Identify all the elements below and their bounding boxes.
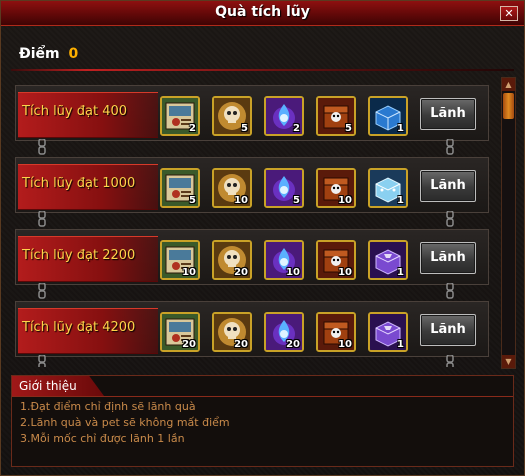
item-qty: 10 [338, 195, 352, 206]
points-label: Điểm [19, 46, 60, 62]
claim-button[interactable]: Lãnh [420, 98, 476, 130]
row-threshold-label: Tích lũy đạt 4200 [22, 320, 136, 335]
scroll-card-icon[interactable]: 20 [160, 312, 200, 352]
intro-panel: Giới thiệu 1.Đạt điểm chỉ định sẽ lãnh q… [11, 375, 514, 467]
item-qty: 10 [338, 267, 352, 278]
divider [11, 69, 514, 71]
purple-box-icon[interactable]: 1 [368, 312, 408, 352]
blue-crystal-box-icon[interactable]: 1 [368, 96, 408, 136]
intro-title: Giới thiệu [19, 379, 77, 393]
reward-window: Quà tích lũy ✕ Điểm 0 Tích lũy đạt 400 2… [0, 0, 525, 476]
cyan-box-icon[interactable]: 1 [368, 168, 408, 208]
chain-icon [38, 355, 46, 367]
chain-icon [446, 355, 454, 367]
scroll-down-arrow-icon[interactable]: ▼ [502, 355, 515, 368]
skull-chest-icon[interactable]: 10 [316, 168, 356, 208]
points-display: Điểm 0 [19, 46, 78, 62]
title-bar[interactable]: Quà tích lũy ✕ [1, 1, 524, 26]
points-value: 0 [68, 46, 79, 62]
item-qty: 2 [293, 123, 300, 134]
skull-chest-icon[interactable]: 10 [316, 240, 356, 280]
claim-button[interactable]: Lãnh [420, 170, 476, 202]
intro-line: 1.Đạt điểm chỉ định sẽ lãnh quà [20, 400, 196, 413]
skull-orb-icon[interactable]: 20 [212, 312, 252, 352]
chain-icon [38, 139, 46, 155]
item-qty: 20 [182, 339, 196, 350]
claim-button[interactable]: Lãnh [420, 314, 476, 346]
item-qty: 20 [234, 267, 248, 278]
reward-list[interactable]: Tích lũy đạt 400 2 5 2 5 1 Lãnh Tích lũy… [15, 81, 489, 367]
item-qty: 20 [234, 339, 248, 350]
item-qty: 2 [189, 123, 196, 134]
intro-divider [12, 396, 513, 397]
vertical-scrollbar[interactable]: ▲ ▼ [501, 77, 516, 369]
chain-icon [446, 139, 454, 155]
skull-chest-icon[interactable]: 5 [316, 96, 356, 136]
blue-flame-orb-icon[interactable]: 2 [264, 96, 304, 136]
skull-orb-icon[interactable]: 10 [212, 168, 252, 208]
scroll-thumb[interactable] [503, 93, 514, 119]
item-qty: 10 [234, 195, 248, 206]
row-threshold-label: Tích lũy đạt 400 [22, 104, 128, 119]
claim-button[interactable]: Lãnh [420, 242, 476, 274]
skull-chest-icon[interactable]: 10 [316, 312, 356, 352]
chain-icon [38, 211, 46, 227]
item-qty: 10 [286, 267, 300, 278]
reward-row: Tích lũy đạt 400 2 5 2 5 1 Lãnh [15, 85, 489, 141]
blue-flame-orb-icon[interactable]: 10 [264, 240, 304, 280]
reward-row: Tích lũy đạt 4200 20 20 20 10 1 Lãnh [15, 301, 489, 357]
item-qty: 10 [182, 267, 196, 278]
chain-icon [446, 283, 454, 299]
row-threshold-label: Tích lũy đạt 2200 [22, 248, 136, 263]
reward-row: Tích lũy đạt 1000 5 10 5 10 1 Lãnh [15, 157, 489, 213]
scroll-card-icon[interactable]: 2 [160, 96, 200, 136]
blue-flame-orb-icon[interactable]: 5 [264, 168, 304, 208]
scroll-card-icon[interactable]: 5 [160, 168, 200, 208]
purple-box-icon[interactable]: 1 [368, 240, 408, 280]
scroll-card-icon[interactable]: 10 [160, 240, 200, 280]
close-button[interactable]: ✕ [500, 6, 518, 21]
item-qty: 5 [189, 195, 196, 206]
item-qty: 1 [397, 123, 404, 134]
intro-line: 2.Lãnh quà và pet sẽ không mất điểm [20, 416, 230, 429]
item-qty: 1 [397, 195, 404, 206]
intro-line: 3.Mỗi mốc chỉ được lãnh 1 lần [20, 432, 185, 445]
window-title: Quà tích lũy [215, 4, 310, 20]
item-qty: 5 [345, 123, 352, 134]
item-qty: 1 [397, 267, 404, 278]
item-qty: 5 [293, 195, 300, 206]
chain-icon [38, 283, 46, 299]
item-qty: 1 [397, 339, 404, 350]
row-threshold-label: Tích lũy đạt 1000 [22, 176, 136, 191]
item-qty: 20 [286, 339, 300, 350]
chain-icon [446, 211, 454, 227]
scroll-up-arrow-icon[interactable]: ▲ [502, 78, 515, 91]
blue-flame-orb-icon[interactable]: 20 [264, 312, 304, 352]
reward-row: Tích lũy đạt 2200 10 20 10 10 1 Lãnh [15, 229, 489, 285]
item-qty: 5 [241, 123, 248, 134]
skull-orb-icon[interactable]: 5 [212, 96, 252, 136]
skull-orb-icon[interactable]: 20 [212, 240, 252, 280]
item-qty: 10 [338, 339, 352, 350]
